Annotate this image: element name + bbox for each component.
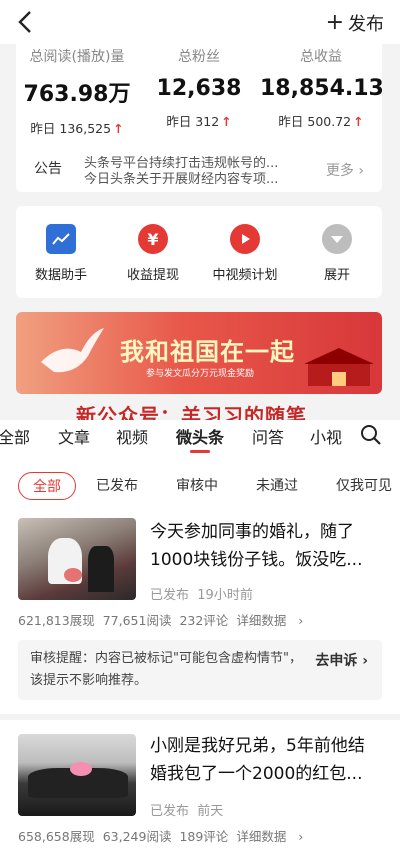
tab-all[interactable]: 全部	[0, 424, 30, 448]
dove-icon	[41, 328, 104, 373]
up-arrow-icon: ↑	[221, 114, 232, 129]
search-icon[interactable]	[360, 424, 382, 446]
stat-yesterday: 昨日 312 ↑	[166, 114, 232, 129]
stat-value: 763.98万	[23, 82, 131, 107]
tab-qa[interactable]: 问答	[252, 424, 284, 448]
appeal-button[interactable]: 去申诉 ›	[315, 650, 368, 670]
top-bar: + 发布	[0, 0, 400, 44]
tab-small-video[interactable]: 小视	[310, 424, 342, 448]
announcement-bar[interactable]: 公告 头条号平台持续打击违规帐号的... 今日头条关于开展财经内容专项... 更…	[34, 156, 364, 186]
back-arrow-icon[interactable]	[12, 8, 40, 36]
filter-private[interactable]: 仅我可见	[336, 472, 392, 500]
post-title: 小刚是我好兄弟，5年前他结婚我包了一个2000的红包...	[150, 736, 365, 784]
filter-rejected[interactable]: 未通过	[256, 472, 298, 500]
stat-value: 18,854.13	[260, 76, 384, 101]
details-link[interactable]: 详细数据 ›	[236, 829, 303, 844]
stat-yesterday: 昨日 136,525 ↑	[30, 121, 124, 136]
tool-video-plan[interactable]: 中视频计划	[200, 224, 290, 283]
post-meta: 已发布 前天	[150, 804, 224, 819]
banner-title: 我和祖国在一起	[120, 337, 295, 366]
details-link[interactable]: 详细数据 ›	[236, 613, 303, 628]
post-stats: 621,813展现 77,651阅读 232评论 详细数据 ›	[18, 613, 304, 628]
chart-icon	[46, 224, 76, 254]
content-tabs: 全部 文章 视频 微头条 问答 小视	[0, 420, 400, 458]
up-arrow-icon: ↑	[113, 121, 124, 136]
up-arrow-icon: ↑	[353, 114, 364, 129]
post-meta: 已发布 19小时前	[150, 588, 253, 603]
review-text: 审核提醒：内容已被标记"可能包含虚构情节"，该提示不影响推荐。	[30, 651, 302, 688]
stat-label: 总粉丝	[178, 49, 220, 65]
plus-icon: +	[325, 10, 344, 35]
post-stats: 658,658展现 63,249阅读 189评论 详细数据 ›	[18, 829, 304, 844]
banner-subtitle: 参与发文瓜分万元现金奖励	[146, 369, 255, 379]
tab-video[interactable]: 视频	[116, 424, 148, 448]
stat-label: 总收益	[300, 49, 342, 65]
expand-icon	[322, 224, 352, 254]
more-link[interactable]: 更多 ›	[326, 160, 364, 180]
active-tab-indicator	[190, 450, 210, 453]
gate-icon	[304, 348, 374, 386]
filter-all[interactable]: 全部	[18, 472, 76, 500]
stat-yesterday: 昨日 500.72 ↑	[278, 114, 364, 129]
promo-banner[interactable]: 我和祖国在一起 参与发文瓜分万元现金奖励	[16, 312, 382, 394]
stats-panel: 总阅读(播放)量 763.98万 昨日 136,525 ↑ 总粉丝 12,638 …	[16, 44, 384, 192]
post-thumbnail	[18, 734, 136, 816]
post-card[interactable]: 小刚是我好兄弟，5年前他结婚我包了一个2000的红包... 已发布 前天 658…	[0, 720, 400, 849]
yuan-icon: ¥	[138, 224, 168, 254]
status-filters: 全部 已发布 审核中 未通过 仅我可见	[0, 458, 400, 514]
post-title: 今天参加同事的婚礼，随了1000块钱份子钱。饭没吃...	[150, 522, 363, 570]
stat-total-fans[interactable]: 总粉丝 12,638 昨日 312 ↑	[138, 44, 260, 130]
tool-data-assistant[interactable]: 数据助手	[16, 224, 106, 283]
stat-total-reads[interactable]: 总阅读(播放)量 763.98万 昨日 136,525 ↑	[16, 44, 138, 137]
tab-micro-headline[interactable]: 微头条	[176, 424, 224, 448]
filter-reviewing[interactable]: 审核中	[176, 472, 218, 500]
tools-panel: 数据助手 ¥ 收益提现 中视频计划 展开	[16, 206, 382, 298]
publish-button[interactable]: + 发布	[326, 10, 384, 36]
post-card[interactable]: 今天参加同事的婚礼，随了1000块钱份子钱。饭没吃... 已发布 19小时前 6…	[0, 514, 400, 714]
tool-income-withdraw[interactable]: ¥ 收益提现	[108, 224, 198, 283]
tab-article[interactable]: 文章	[58, 424, 90, 448]
stat-value: 12,638	[156, 76, 242, 101]
announcement-text: 头条号平台持续打击违规帐号的... 今日头条关于开展财经内容专项...	[84, 156, 279, 184]
filter-published[interactable]: 已发布	[96, 472, 138, 500]
publish-label: 发布	[348, 14, 384, 35]
post-thumbnail	[18, 518, 136, 600]
announcement-tag: 公告	[34, 161, 62, 177]
video-icon	[230, 224, 260, 254]
stat-total-income[interactable]: 总收益 18,854.13 昨日 500.72 ↑	[260, 44, 384, 130]
review-notice: 审核提醒：内容已被标记"可能包含虚构情节"，该提示不影响推荐。 去申诉 ›	[18, 640, 382, 700]
stat-label: 总阅读(播放)量	[29, 49, 125, 65]
tool-expand[interactable]: 展开	[292, 224, 382, 283]
